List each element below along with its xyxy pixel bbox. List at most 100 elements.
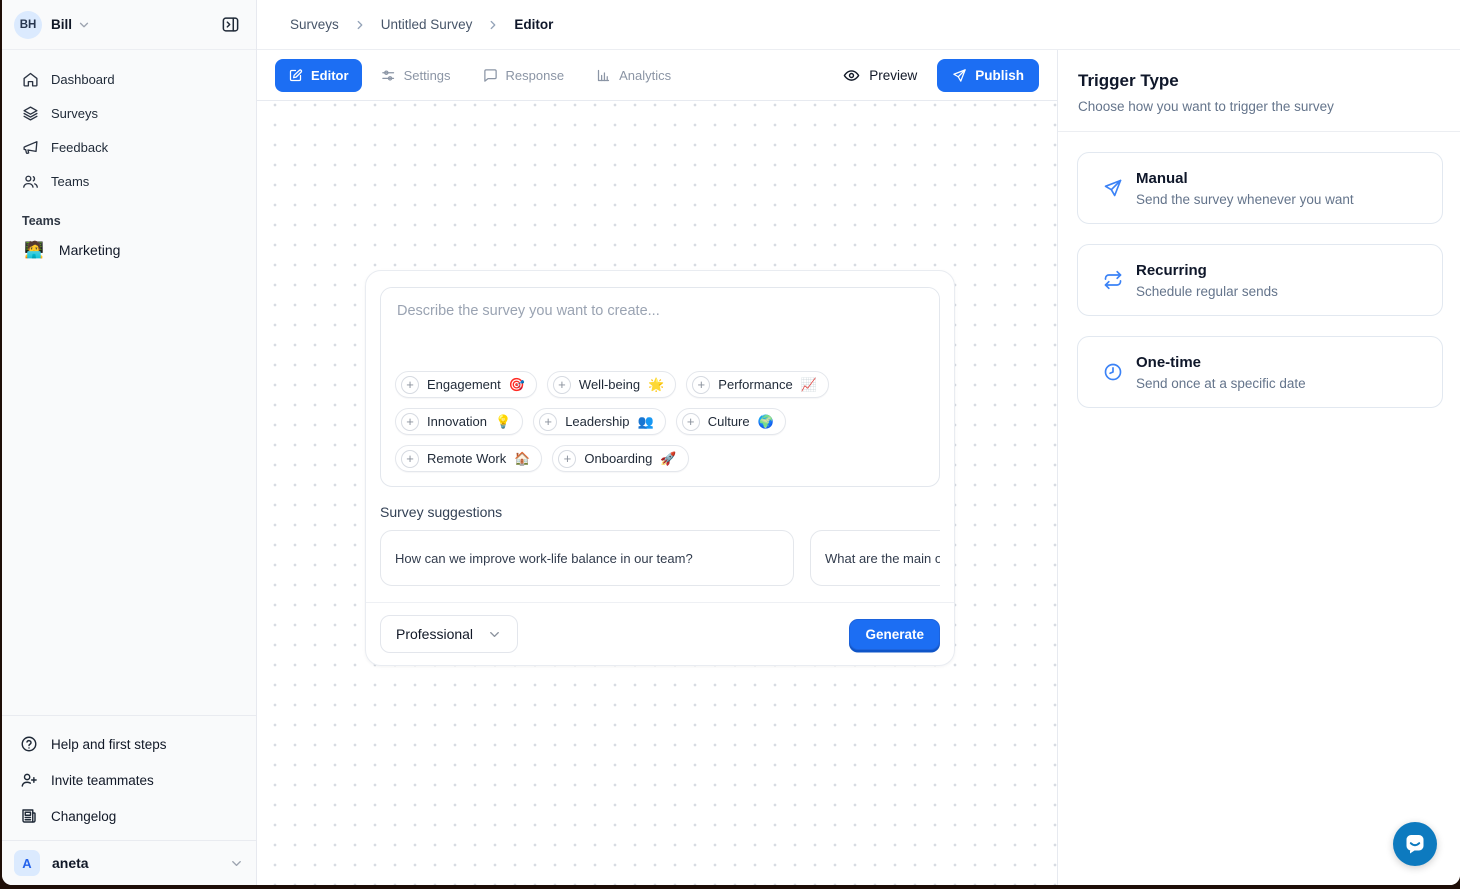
breadcrumb: Surveys Untitled Survey Editor [290,17,553,32]
plus-icon: + [539,413,557,431]
prompt-box: + Engagement 🎯 + Well-being 🌟 [380,287,940,487]
chip-label: Performance [718,377,792,392]
breadcrumb-survey-name[interactable]: Untitled Survey [381,17,473,32]
chip-label: Engagement [427,377,501,392]
plus-icon: + [553,376,571,394]
chip-emoji: 💡 [495,414,511,430]
tab-editor[interactable]: Editor [275,59,362,92]
teams-section-label: Teams [22,214,236,228]
breadcrumb-surveys[interactable]: Surveys [290,17,339,32]
trigger-option-recurring[interactable]: Recurring Schedule regular sends [1077,244,1443,316]
suggestion-card[interactable]: What are the main ob [810,530,940,586]
survey-suggestions-list: How can we improve work-life balance in … [380,530,940,586]
chat-launcher-button[interactable] [1393,822,1437,866]
pencil-square-icon [288,68,303,83]
message-square-icon [483,68,498,83]
tone-value: Professional [396,626,473,642]
tab-settings[interactable]: Settings [368,59,464,92]
trigger-option-one-time[interactable]: One-time Send once at a specific date [1077,336,1443,408]
sidebar-collapse-button[interactable] [217,11,244,38]
topic-chip-leadership[interactable]: + Leadership 👥 [533,408,666,435]
survey-description-input[interactable] [381,288,939,361]
topic-chip-innovation[interactable]: + Innovation 💡 [395,408,523,435]
sidebar-item-team-marketing[interactable]: 🧑‍💻 Marketing [12,232,246,268]
option-description: Send once at a specific date [1136,376,1306,391]
chip-label: Leadership [565,414,629,429]
chip-emoji: 🌟 [648,377,664,393]
trigger-panel-header: Trigger Type Choose how you want to trig… [1058,50,1460,132]
chip-emoji: 👥 [638,414,654,430]
topic-chip-engagement[interactable]: + Engagement 🎯 [395,371,537,398]
topic-chip-onboarding[interactable]: + Onboarding 🚀 [552,445,688,472]
repeat-icon [1103,270,1123,290]
plus-icon: + [401,450,419,468]
sidebar-item-dashboard[interactable]: Dashboard [12,62,246,96]
chevron-down-icon [229,856,244,871]
sidebar-item-label: Changelog [51,809,116,824]
chip-label: Remote Work [427,451,506,466]
topic-chip-culture[interactable]: + Culture 🌍 [676,408,786,435]
account-menu[interactable]: A aneta [2,840,256,885]
suggestion-card[interactable]: How can we improve work-life balance in … [380,530,794,586]
chevron-right-icon [353,18,367,32]
bar-chart-icon [596,68,611,83]
tab-bar: Editor Settings Response [275,59,684,92]
megaphone-icon [22,139,39,156]
sidebar-item-feedback[interactable]: Feedback [12,130,246,164]
topic-chip-performance[interactable]: + Performance 📈 [686,371,829,398]
publish-label: Publish [975,68,1024,83]
option-description: Schedule regular sends [1136,284,1278,299]
account-name: aneta [52,855,89,871]
team-emoji: 🧑‍💻 [24,240,44,260]
chip-label: Culture [708,414,750,429]
sidebar-item-changelog[interactable]: Changelog [12,798,246,834]
generate-button[interactable]: Generate [849,619,940,650]
topic-chip-wellbeing[interactable]: + Well-being 🌟 [547,371,676,398]
sidebar-item-invite[interactable]: Invite teammates [12,762,246,798]
sidebar-footer: Help and first steps Invite teammates Ch… [2,715,256,840]
editor-canvas[interactable]: + Engagement 🎯 + Well-being 🌟 [257,101,1057,885]
trigger-option-list: Manual Send the survey whenever you want… [1058,132,1460,408]
tab-analytics[interactable]: Analytics [583,59,684,92]
plus-icon: + [401,376,419,394]
survey-suggestions-title: Survey suggestions [380,504,940,520]
user-plus-icon [20,771,38,789]
trigger-option-manual[interactable]: Manual Send the survey whenever you want [1077,152,1443,224]
tab-label: Editor [311,68,349,83]
team-name: Marketing [59,242,120,258]
tab-label: Settings [404,68,451,83]
clock-icon [1103,362,1123,382]
topic-chip-list: + Engagement 🎯 + Well-being 🌟 [381,361,939,486]
sidebar-item-label: Feedback [51,140,108,155]
breadcrumb-current: Editor [514,17,553,32]
workspace-avatar: BH [14,11,42,39]
chip-emoji: 🌍 [758,414,774,430]
newspaper-icon [20,807,38,825]
sidebar-spacer [2,268,256,715]
option-title: Recurring [1136,262,1278,279]
tone-select[interactable]: Professional [380,615,518,653]
breadcrumb-bar: Surveys Untitled Survey Editor [257,0,1460,50]
preview-button[interactable]: Preview [843,67,917,84]
composer-bottom-bar: Professional Generate [366,602,954,665]
sidebar-item-label: Invite teammates [51,773,154,788]
tab-label: Analytics [619,68,671,83]
chip-emoji: 📈 [801,377,817,393]
topic-chip-remote-work[interactable]: + Remote Work 🏠 [395,445,542,472]
sidebar-item-help[interactable]: Help and first steps [12,726,246,762]
sidebar-item-label: Help and first steps [51,737,167,752]
sidebar-item-teams[interactable]: Teams [12,164,246,198]
publish-button[interactable]: Publish [937,59,1039,92]
plus-icon: + [401,413,419,431]
layers-icon [22,105,39,122]
account-avatar: A [14,850,40,876]
tab-response[interactable]: Response [470,59,578,92]
sidebar-item-surveys[interactable]: Surveys [12,96,246,130]
survey-composer-card: + Engagement 🎯 + Well-being 🌟 [365,270,955,666]
panel-title: Trigger Type [1078,71,1440,91]
chip-emoji: 🚀 [660,451,676,467]
chip-label: Onboarding [584,451,652,466]
chip-emoji: 🎯 [509,377,525,393]
workspace-switcher[interactable]: BH Bill [2,0,256,50]
sidebar-item-label: Surveys [51,106,98,121]
